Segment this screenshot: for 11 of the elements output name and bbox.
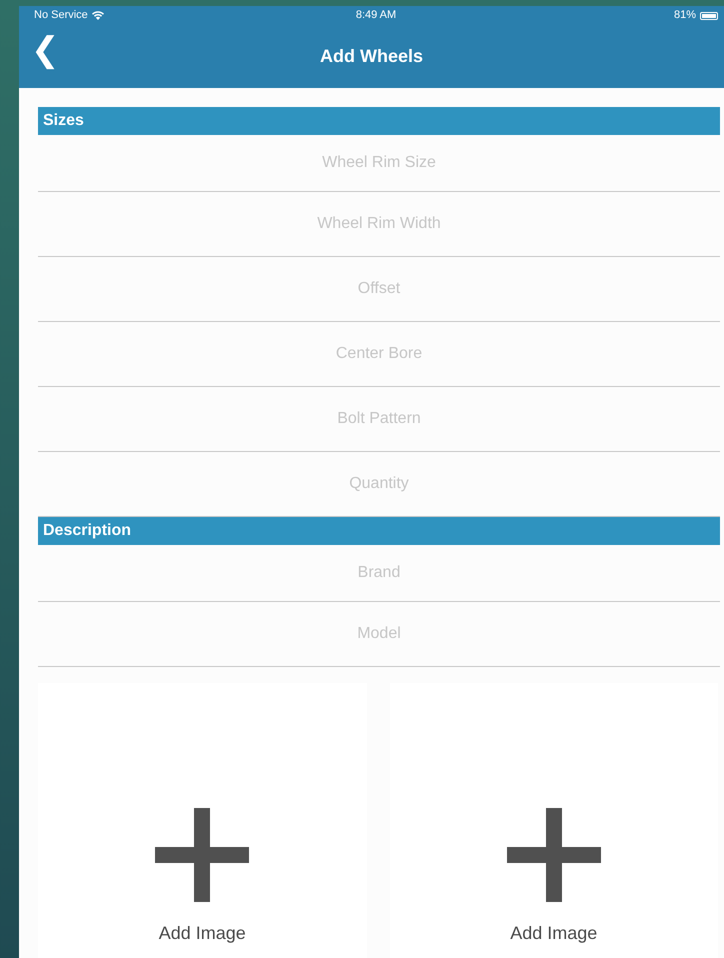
plus-icon bbox=[155, 808, 250, 902]
back-button[interactable]: ❮ bbox=[25, 33, 65, 67]
battery-percent: 81% bbox=[674, 8, 696, 24]
section-header: Description bbox=[38, 517, 720, 545]
battery-icon bbox=[700, 12, 718, 20]
page-title: Add Wheels bbox=[320, 45, 423, 68]
carrier-label: No Service bbox=[34, 8, 88, 24]
plus-icon bbox=[506, 808, 601, 902]
clock: 8:49 AM bbox=[356, 8, 396, 24]
wifi-icon bbox=[92, 11, 104, 20]
section-header: Sizes bbox=[38, 107, 720, 135]
